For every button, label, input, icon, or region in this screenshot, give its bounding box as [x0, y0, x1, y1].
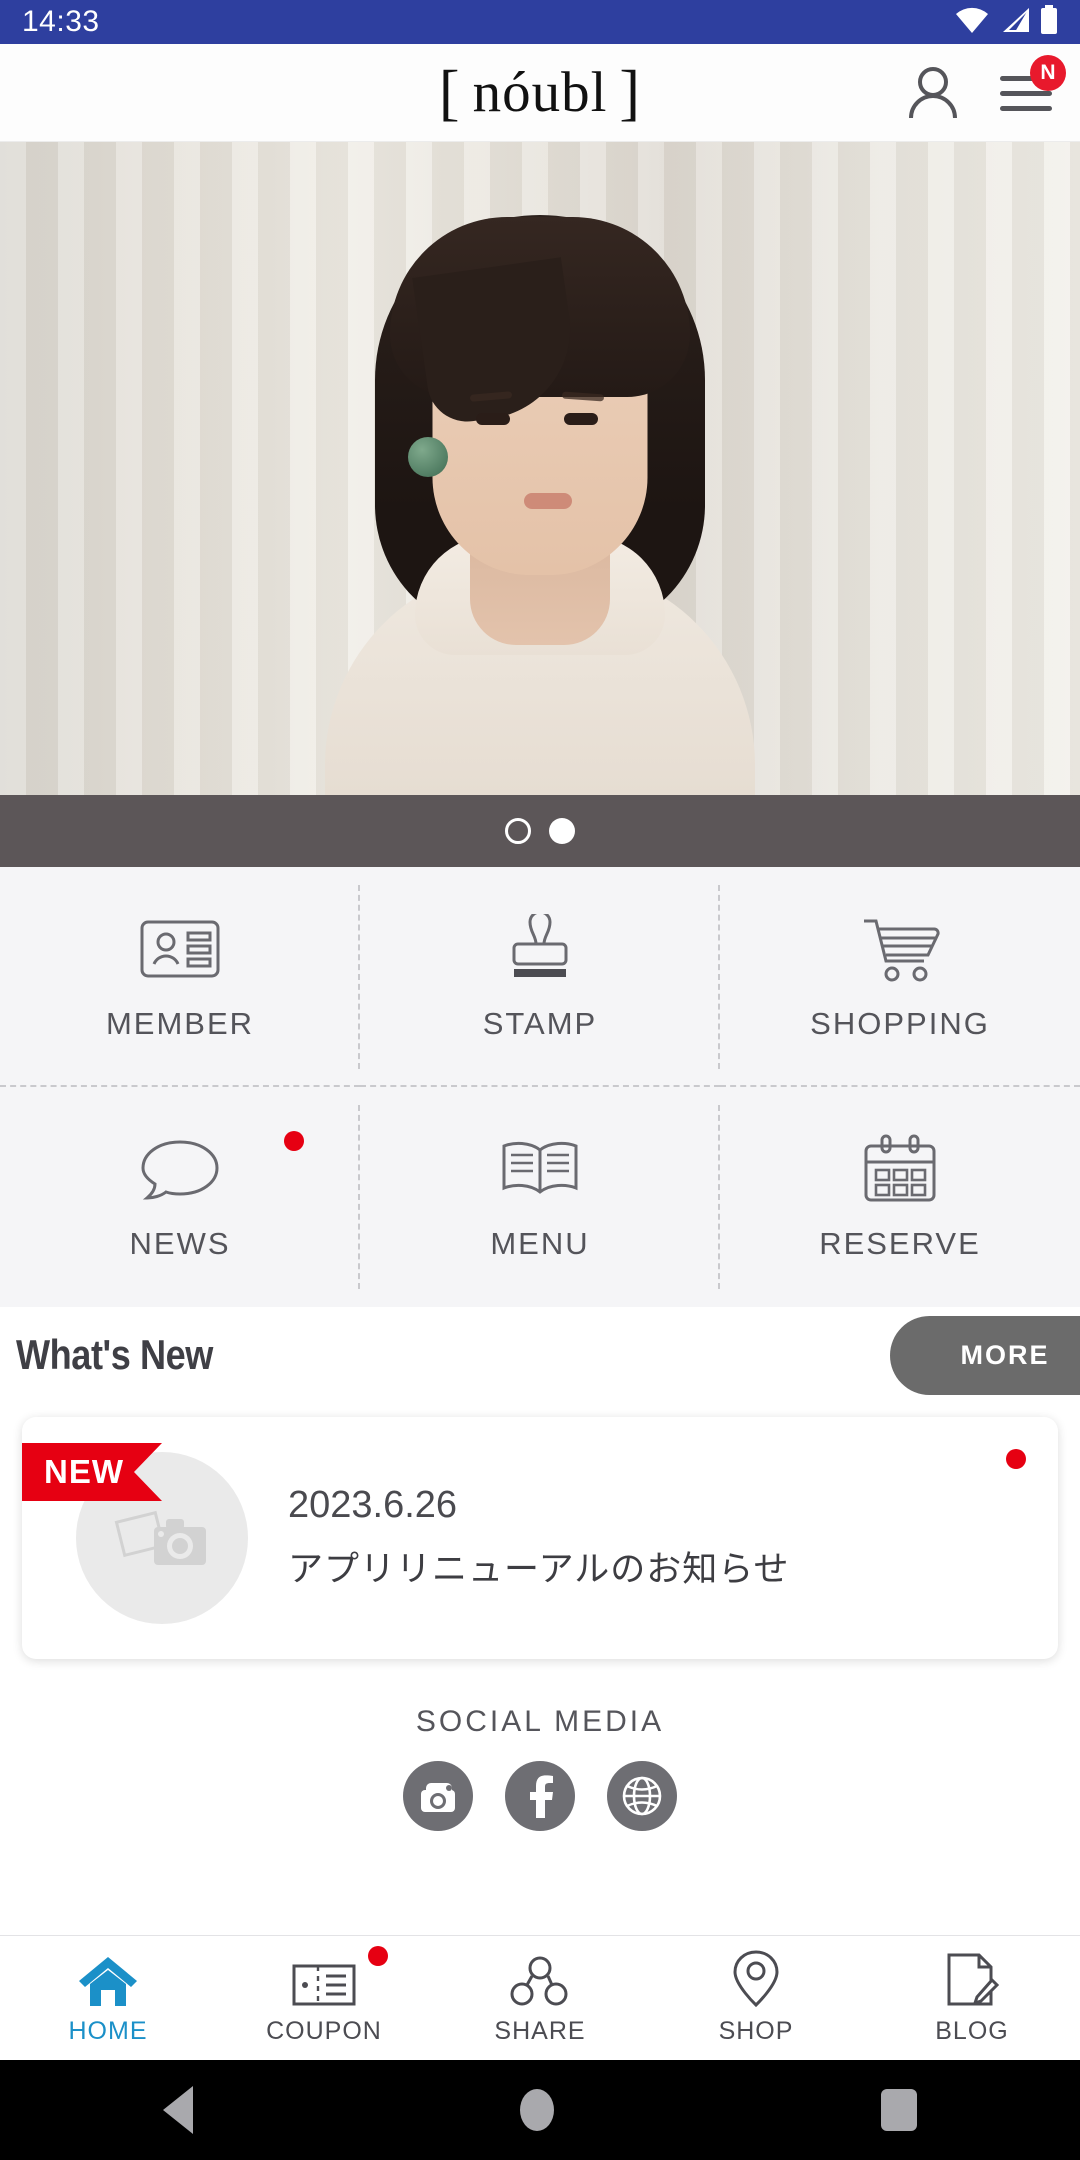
nav-label: BLOG	[935, 2017, 1009, 2045]
whats-new-title: What's New	[16, 1331, 213, 1378]
carousel-indicator[interactable]	[0, 795, 1080, 867]
grid-label: STAMP	[482, 1006, 598, 1041]
battery-icon	[1040, 4, 1058, 40]
menu-notification-badge: N	[1030, 54, 1066, 91]
menu-button[interactable]: N	[998, 54, 1066, 116]
grid-label: SHOPPING	[810, 1006, 990, 1041]
quick-menu-grid: MEMBER STAMP SHOPPING NEWS MENU RESERVE	[0, 867, 1080, 1307]
nav-item-blog[interactable]: BLOG	[864, 1950, 1080, 2046]
carousel-dot-2-active[interactable]	[549, 818, 575, 844]
speech-bubble-icon	[137, 1132, 223, 1206]
back-triangle-icon[interactable]	[163, 2086, 194, 2134]
logo-bracket-left: [	[438, 58, 461, 127]
logo-bracket-right: ]	[619, 58, 642, 127]
news-card[interactable]: NEW 2023.6.26 アプリリニューアルのお知らせ	[22, 1417, 1058, 1659]
facebook-button[interactable]	[505, 1761, 575, 1831]
social-media-section: SOCIAL MEDIA	[0, 1659, 1080, 1831]
account-button[interactable]	[906, 65, 960, 121]
map-pin-icon	[732, 1950, 780, 2008]
nav-item-home[interactable]: HOME	[0, 1950, 216, 2046]
news-text-block: 2023.6.26 アプリリニューアルのお知らせ	[288, 1484, 1030, 1592]
nav-label: COUPON	[266, 2017, 382, 2045]
nav-label: HOME	[68, 2017, 148, 2045]
calendar-icon	[857, 1132, 943, 1206]
app-header: [ nóubl ] N	[0, 44, 1080, 142]
news-title: アプリリニューアルのお知らせ	[288, 1550, 790, 1589]
shopping-cart-icon	[857, 912, 943, 986]
grid-label: NEWS	[129, 1226, 231, 1261]
news-date: 2023.6.26	[288, 1484, 458, 1526]
news-notification-dot	[284, 1131, 304, 1151]
instagram-icon	[421, 1783, 455, 1812]
grid-label: MEMBER	[105, 1006, 255, 1041]
facebook-icon	[530, 1775, 553, 1818]
nav-label: SHARE	[494, 2017, 586, 2045]
status-time: 14:33	[22, 5, 100, 38]
grid-item-reserve[interactable]: RESERVE	[720, 1087, 1080, 1307]
social-media-title: SOCIAL MEDIA	[415, 1705, 665, 1738]
open-book-icon	[497, 1132, 583, 1206]
grid-item-shopping[interactable]: SHOPPING	[720, 867, 1080, 1087]
hero-portrait-image	[305, 175, 775, 795]
document-pen-icon	[945, 1950, 999, 2008]
photo-camera-placeholder-icon	[114, 1510, 206, 1565]
instagram-button[interactable]	[403, 1761, 473, 1831]
nav-item-coupon[interactable]: COUPON	[216, 1946, 432, 2046]
home-circle-icon[interactable]	[519, 2089, 554, 2131]
bottom-navigation-bar: HOME COUPON SHARE SHOP BLOG	[0, 1935, 1080, 2060]
grid-label: MENU	[490, 1226, 590, 1261]
android-navigation-bar	[0, 2060, 1080, 2160]
carousel-dot-1[interactable]	[505, 818, 531, 844]
whats-new-header: What's New MORE	[0, 1307, 1080, 1403]
logo-text: nóubl	[472, 61, 608, 124]
social-media-icons	[403, 1761, 677, 1831]
nav-item-share[interactable]: SHARE	[432, 1950, 648, 2046]
website-globe-icon	[622, 1776, 662, 1816]
id-card-icon	[137, 912, 223, 986]
header-actions: N	[906, 54, 1066, 121]
grid-item-stamp[interactable]: STAMP	[360, 867, 720, 1087]
brand-logo[interactable]: [ nóubl ]	[439, 62, 641, 124]
status-bar: 14:33	[0, 0, 1080, 44]
person-icon	[909, 66, 957, 118]
share-nodes-icon	[510, 1950, 570, 2008]
coupon-notification-dot	[368, 1946, 388, 1966]
ticket-icon	[292, 1950, 356, 2008]
grid-item-news[interactable]: NEWS	[0, 1087, 360, 1307]
hero-banner[interactable]	[0, 142, 1080, 795]
whats-new-more-button[interactable]: MORE	[890, 1315, 1080, 1395]
recents-square-icon[interactable]	[880, 2089, 917, 2131]
whats-new-list: NEW 2023.6.26 アプリリニューアルのお知らせ	[0, 1403, 1080, 1659]
rubber-stamp-icon	[497, 912, 583, 986]
nav-item-shop[interactable]: SHOP	[648, 1950, 864, 2046]
website-button[interactable]	[607, 1761, 677, 1831]
news-unread-dot	[1006, 1449, 1026, 1469]
grid-item-member[interactable]: MEMBER	[0, 867, 360, 1087]
nav-label: SHOP	[718, 2017, 794, 2045]
status-icons	[954, 4, 1058, 40]
grid-label: RESERVE	[819, 1226, 981, 1261]
wifi-icon	[954, 6, 990, 39]
home-icon	[77, 1950, 139, 2008]
grid-item-menu[interactable]: MENU	[360, 1087, 720, 1307]
signal-icon	[999, 6, 1031, 39]
